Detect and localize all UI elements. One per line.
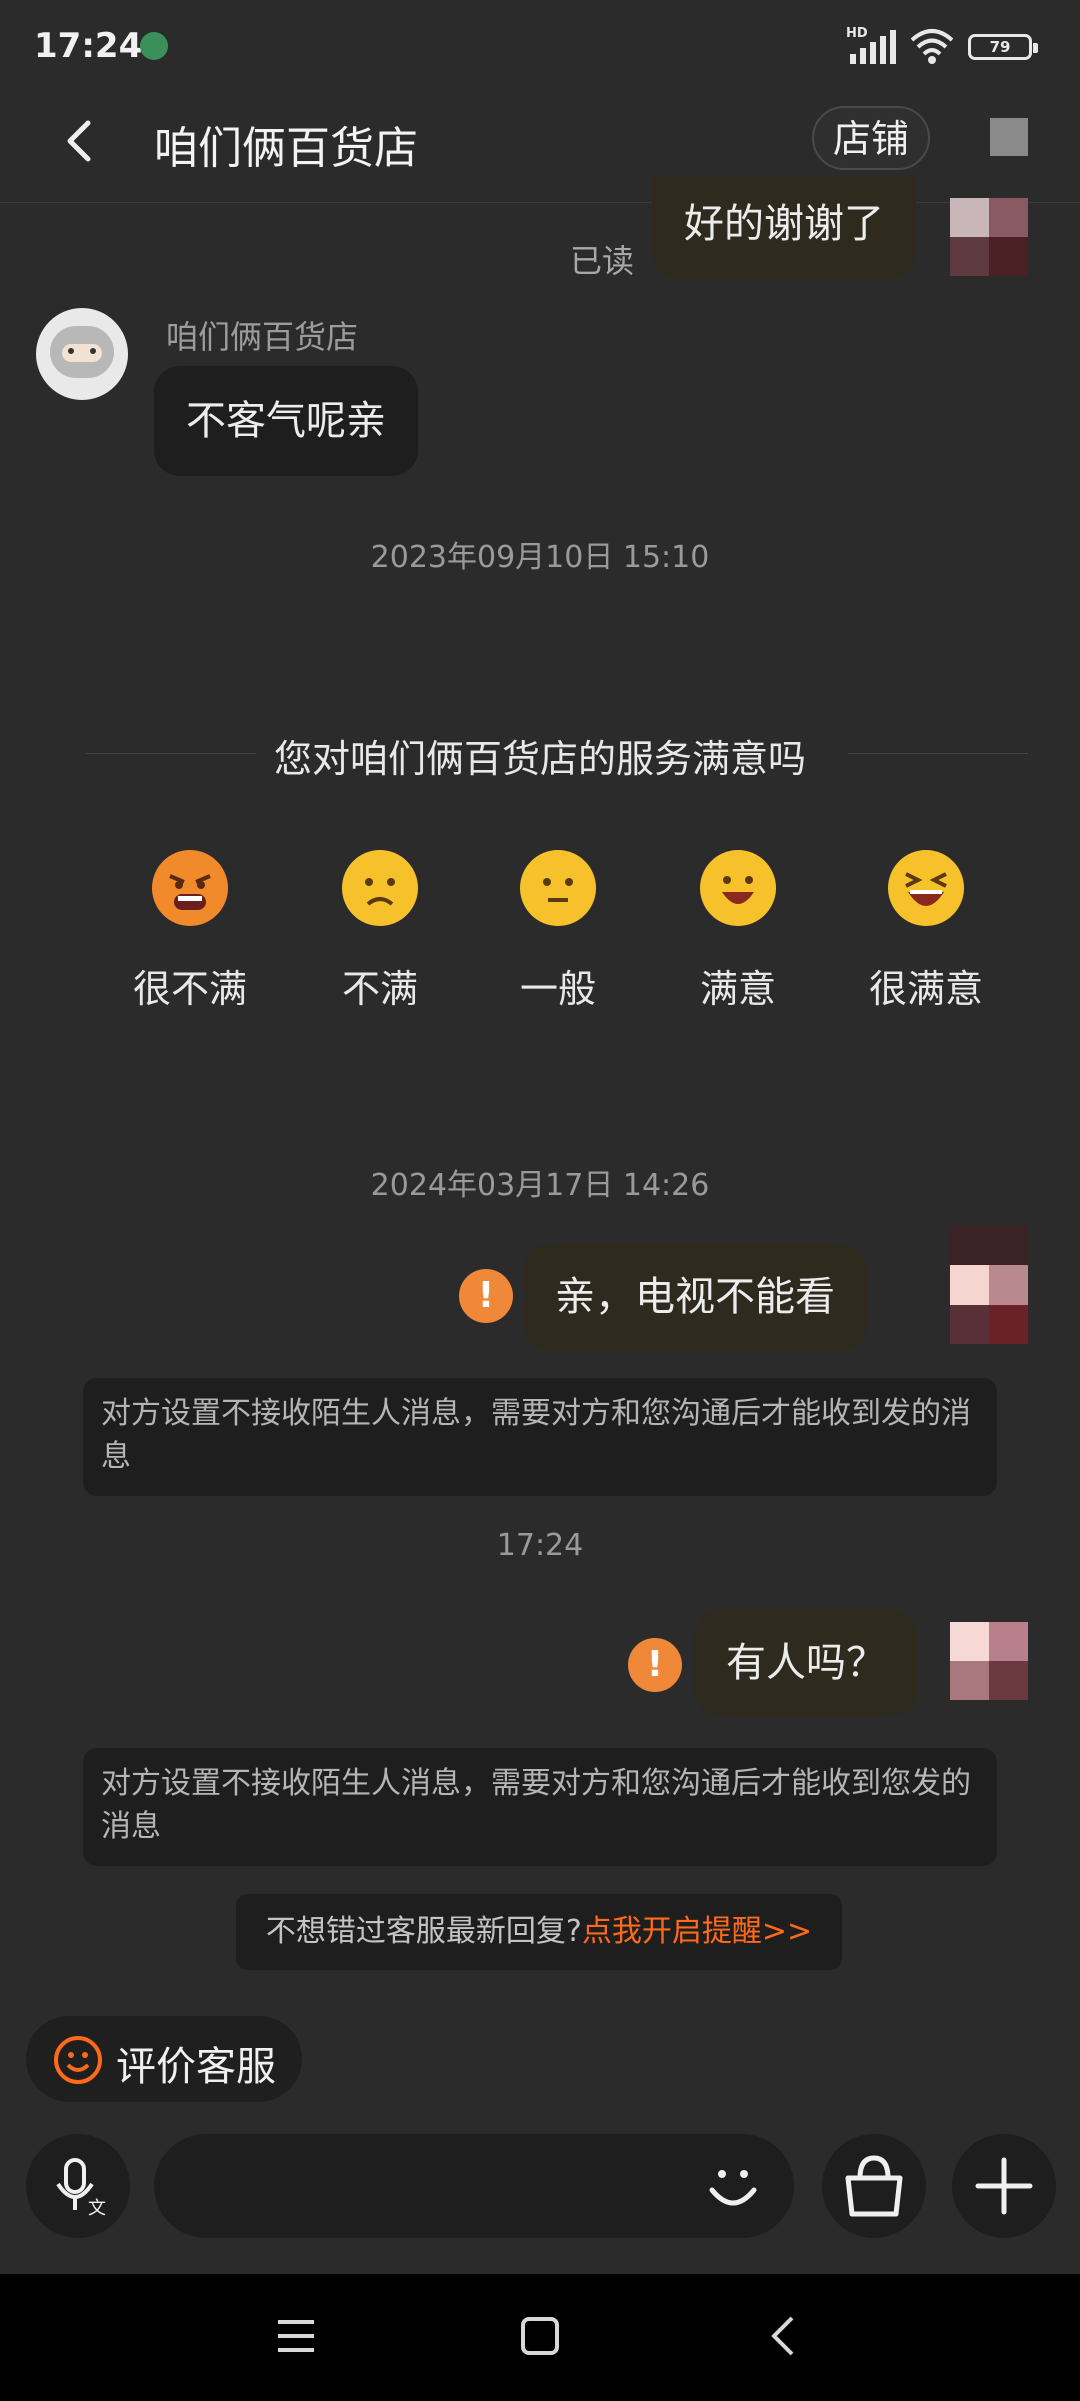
- my-avatar[interactable]: [950, 198, 1028, 276]
- rating-option-label[interactable]: 不满: [290, 958, 470, 1013]
- emoji-icon[interactable]: [700, 2154, 766, 2220]
- my-message-bubble[interactable]: 亲，电视不能看: [523, 1244, 867, 1350]
- app-notification-icon: [140, 32, 168, 60]
- back-arrow-icon[interactable]: [56, 115, 108, 167]
- survey-question: 您对咱们俩百货店的服务满意吗: [273, 737, 806, 781]
- menu-nav-icon[interactable]: [274, 2316, 318, 2356]
- home-nav-icon[interactable]: [520, 2316, 560, 2356]
- battery-icon: 79: [968, 34, 1038, 60]
- wifi-icon: [910, 29, 954, 64]
- back-nav-icon[interactable]: [764, 2314, 804, 2358]
- status-time: 17:24: [34, 26, 143, 66]
- product-button[interactable]: [822, 2134, 926, 2238]
- send-failed-icon[interactable]: !: [459, 1269, 513, 1323]
- my-avatar[interactable]: [950, 1622, 1028, 1700]
- shopping-bag-icon: [845, 2155, 903, 2217]
- very-satisfied-face-icon[interactable]: [888, 850, 964, 926]
- timestamp: 17:24: [496, 1528, 584, 1563]
- rating-option-label[interactable]: 满意: [648, 958, 828, 1013]
- smile-icon: [54, 2036, 102, 2084]
- message-input[interactable]: [154, 2134, 794, 2238]
- signal-icon: [850, 28, 896, 64]
- store-avatar[interactable]: [36, 308, 128, 400]
- neutral-face-icon[interactable]: [520, 850, 596, 926]
- reminder-text: 不想错过客服最新回复?: [265, 1914, 582, 1949]
- send-failed-icon[interactable]: !: [628, 1638, 682, 1692]
- rating-option-label[interactable]: 很满意: [836, 958, 1016, 1013]
- rating-option-label[interactable]: 很不满: [100, 958, 280, 1013]
- satisfied-face-icon[interactable]: [700, 850, 776, 926]
- voice-input-button[interactable]: 文: [26, 2134, 130, 2238]
- timestamp: 2024年03月17日 14:26: [370, 1168, 710, 1203]
- store-message-bubble[interactable]: 不客气呢亲: [154, 366, 418, 476]
- timestamp: 2023年09月10日 15:10: [370, 540, 710, 575]
- my-avatar[interactable]: [950, 1226, 1028, 1344]
- svg-text:文: 文: [88, 2198, 106, 2219]
- menu-icon[interactable]: [990, 118, 1028, 156]
- very-unsatisfied-face-icon[interactable]: [152, 850, 228, 926]
- sender-name: 咱们俩百货店: [166, 318, 359, 356]
- reminder-banner[interactable]: 不想错过客服最新回复?点我开启提醒>>: [236, 1894, 842, 1970]
- blocked-notice: 对方设置不接收陌生人消息，需要对方和您沟通后才能收到您发的消息: [83, 1748, 997, 1866]
- read-status: 已读: [570, 242, 635, 280]
- page-title: 咱们俩百货店: [154, 123, 418, 174]
- unsatisfied-face-icon[interactable]: [342, 850, 418, 926]
- rating-option-label[interactable]: 一般: [468, 958, 648, 1013]
- store-button[interactable]: 店铺: [812, 106, 930, 170]
- rate-service-label: 评价客服: [116, 2044, 276, 2090]
- microphone-icon: 文: [56, 2158, 106, 2219]
- blocked-notice: 对方设置不接收陌生人消息，需要对方和您沟通后才能收到发的消息: [83, 1378, 997, 1496]
- my-message-bubble[interactable]: 有人吗？: [694, 1610, 918, 1716]
- enable-reminder-link[interactable]: 点我开启提醒>>: [582, 1914, 812, 1949]
- more-options-button[interactable]: [952, 2134, 1056, 2238]
- plus-icon: [975, 2157, 1033, 2215]
- my-message-bubble[interactable]: 好的谢谢了: [652, 176, 916, 278]
